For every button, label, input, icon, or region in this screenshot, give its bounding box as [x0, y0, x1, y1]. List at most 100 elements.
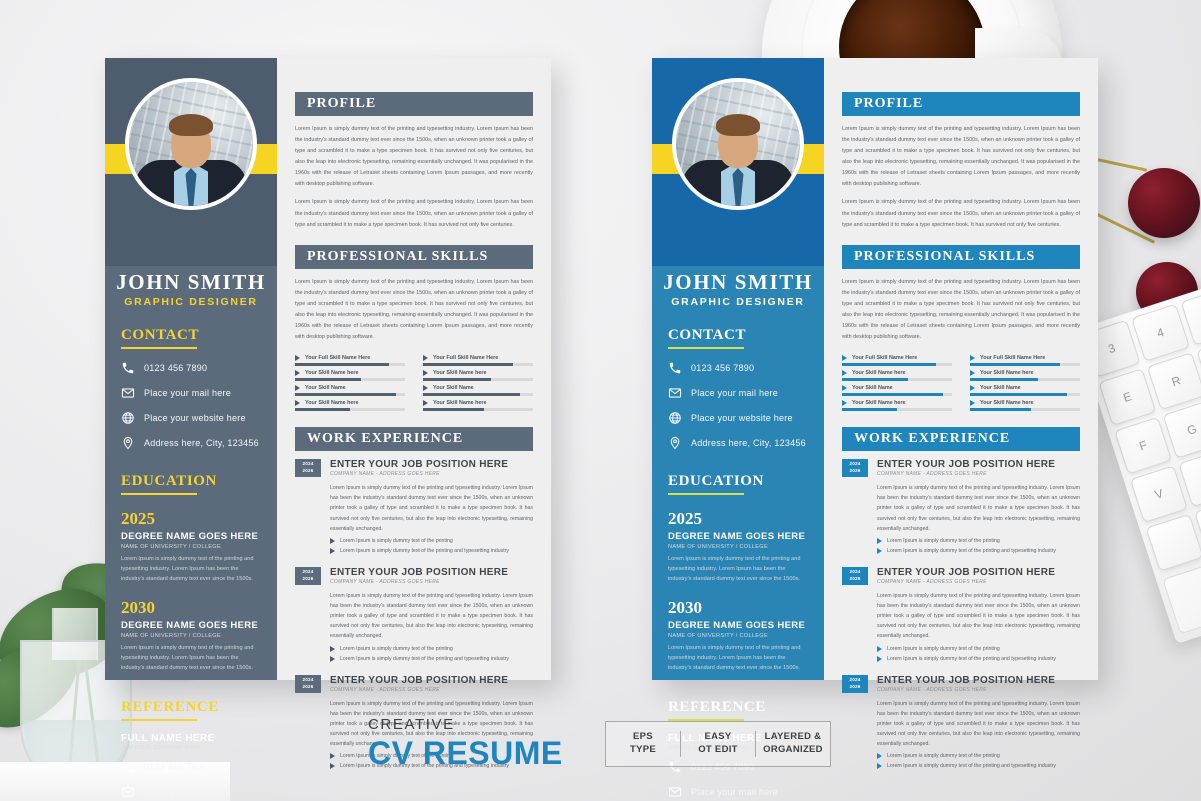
- reference-item-phone[interactable]: 0123 456 7890: [121, 760, 261, 774]
- skill-label-row: Your Skill Name here: [970, 400, 1080, 407]
- badge-easy-to-edit: EASY OT EDIT: [680, 731, 755, 757]
- mail-icon: [121, 386, 135, 400]
- education-degree: DEGREE NAME GOES HERE: [121, 620, 259, 632]
- profile-heading: PROFILE: [842, 92, 1080, 116]
- avatar-person: [682, 114, 794, 206]
- keyboard-key: E: [1098, 368, 1157, 427]
- skill-label-row: Your Full Skill Name Here: [842, 355, 952, 362]
- skill-item: Your Skill Name here: [970, 400, 1080, 412]
- skills-grid: Your Full Skill Name Here Your Full Skil…: [295, 355, 533, 412]
- work-bullet: Lorem Ipsum is simply dummy text of the …: [877, 645, 1080, 652]
- work-entry-body: ENTER YOUR JOB POSITION HERE COMPANY NAM…: [330, 459, 533, 554]
- resume-page-blue[interactable]: JOHN SMITH GRAPHIC DESIGNER CONTACT 0123…: [652, 58, 1098, 797]
- avatar: [672, 78, 804, 210]
- education-year: 2030: [121, 598, 155, 618]
- skill-fill: [970, 378, 1039, 382]
- work-date-from: 2024: [302, 461, 314, 467]
- arrow-icon: [423, 355, 428, 362]
- skill-track: [842, 378, 952, 382]
- skill-track: [970, 393, 1080, 397]
- skill-label: Your Skill Name here: [852, 400, 906, 407]
- profile-paragraph-1: Lorem Ipsum is simply dummy text of the …: [842, 126, 1080, 188]
- skill-fill: [970, 393, 1067, 397]
- avatar: [125, 78, 257, 210]
- work-date-badge: 2024 2026: [295, 459, 321, 478]
- arrow-icon: [330, 753, 335, 760]
- person-name: JOHN SMITH: [663, 270, 813, 294]
- keyboard-key: [1145, 513, 1201, 572]
- education-text: Lorem Ipsum is simply dummy text of the …: [121, 556, 254, 582]
- work-bullet: Lorem Ipsum is simply dummy text of the …: [330, 547, 533, 554]
- skill-fill: [295, 408, 350, 412]
- work-bullet-text: Lorem Ipsum is simply dummy text of the …: [887, 763, 1056, 770]
- skill-item: Your Skill Name here: [423, 400, 533, 412]
- work-date-to: 2026: [849, 575, 861, 581]
- skill-label-row: Your Skill Name here: [423, 370, 533, 377]
- profile-heading: PROFILE: [295, 92, 533, 116]
- work-bullet: Lorem Ipsum is simply dummy text of the …: [877, 753, 1080, 760]
- skill-label: Your Skill Name here: [433, 370, 487, 377]
- work-entry: 2024 2026 ENTER YOUR JOB POSITION HERE C…: [295, 566, 533, 662]
- feature-badges: EPS TYPE EASY OT EDIT LAYERED & ORGANIZE…: [605, 721, 831, 767]
- skills-grid: Your Full Skill Name Here Your Full Skil…: [842, 355, 1080, 412]
- contact-item-mail[interactable]: Place your mail here: [668, 386, 808, 400]
- work-heading: WORK EXPERIENCE: [842, 427, 1080, 452]
- skill-label-row: Your Skill Name here: [842, 370, 952, 377]
- reference-item-mail[interactable]: Place your mail here: [668, 785, 808, 799]
- skill-item: Your Skill Name here: [970, 370, 1080, 382]
- contact-phone-text: 0123 456 7890: [691, 363, 755, 373]
- contact-item-phone[interactable]: 0123 456 7890: [668, 361, 808, 375]
- reference-mail-text: Place your mail here: [691, 786, 779, 797]
- skill-label: Your Skill Name: [852, 385, 893, 392]
- skill-label-row: Your Full Skill Name Here: [295, 355, 405, 362]
- contact-heading: CONTACT: [668, 327, 747, 343]
- work-bullet-text: Lorem Ipsum is simply dummy text of the …: [887, 655, 1056, 662]
- contact-item-address[interactable]: Address here, City, 123456: [668, 436, 808, 450]
- education-heading: EDUCATION: [121, 473, 217, 489]
- keyboard-key: V: [1129, 465, 1189, 524]
- skill-label-row: Your Skill Name: [970, 385, 1080, 392]
- skill-label: Your Skill Name here: [433, 400, 487, 407]
- contact-item-mail[interactable]: Place your mail here: [121, 386, 261, 400]
- work-bullet-text: Lorem Ipsum is simply dummy text of the …: [340, 547, 509, 554]
- skill-track: [295, 393, 405, 397]
- contact-item-website[interactable]: Place your website here: [121, 411, 261, 425]
- work-bullet-text: Lorem Ipsum is simply dummy text of the …: [887, 537, 1000, 544]
- phone-icon: [668, 361, 682, 375]
- reference-item-mail[interactable]: Place your mail here: [121, 785, 261, 799]
- resume-page-grey[interactable]: JOHN SMITH GRAPHIC DESIGNER CONTACT 0123…: [105, 58, 551, 797]
- work-date-badge: 2024 2026: [842, 674, 868, 693]
- skill-item: Your Skill Name here: [423, 370, 533, 382]
- skill-label: Your Full Skill Name Here: [305, 355, 371, 362]
- skills-intro: Lorem Ipsum is simply dummy text of the …: [842, 278, 1080, 341]
- work-entry-body: ENTER YOUR JOB POSITION HERE COMPANY NAM…: [877, 567, 1080, 662]
- education-text: Lorem Ipsum is simply dummy text of the …: [668, 645, 801, 671]
- contact-phone-text: 0123 456 7890: [144, 363, 208, 373]
- contact-item-address[interactable]: Address here, City, 123456: [121, 436, 261, 450]
- contact-item-phone[interactable]: 0123 456 7890: [121, 361, 261, 375]
- reference-mail-text: Place your mail here: [144, 786, 232, 797]
- work-subtitle: COMPANY NAME - ADDRESS GOES HERE: [877, 686, 987, 693]
- work-title: ENTER YOUR JOB POSITION HERE: [877, 459, 1056, 471]
- sidebar-content: CONTACT 0123 456 7890 Place your mail he…: [105, 326, 277, 801]
- brand-top-text: CREATIVE: [368, 716, 455, 733]
- education-year: 2025: [668, 509, 702, 528]
- mail-icon: [121, 785, 135, 799]
- badge-line-1: LAYERED &: [764, 731, 822, 743]
- skill-fill: [842, 408, 897, 412]
- education-heading-wrap: EDUCATION: [121, 472, 261, 495]
- education-entry: 2030 DEGREE NAME GOES HERE NAME OF UNIVE…: [121, 598, 261, 673]
- phone-icon: [121, 361, 135, 375]
- person-name: JOHN SMITH: [116, 270, 266, 294]
- arrow-icon: [423, 370, 428, 377]
- skill-item: Your Skill Name: [970, 385, 1080, 397]
- globe-icon: [121, 411, 135, 425]
- badge-line-1: EASY: [704, 731, 732, 743]
- work-bullet: Lorem Ipsum is simply dummy text of the …: [330, 645, 533, 652]
- work-date-from: 2024: [849, 461, 861, 467]
- skill-label: Your Full Skill Name Here: [852, 355, 918, 362]
- skill-item: Your Skill Name here: [842, 400, 952, 412]
- contact-item-website[interactable]: Place your website here: [668, 411, 808, 425]
- education-school: NAME OF UNIVERSITY / COLLEGE: [668, 633, 768, 640]
- work-date-from: 2024: [849, 568, 861, 574]
